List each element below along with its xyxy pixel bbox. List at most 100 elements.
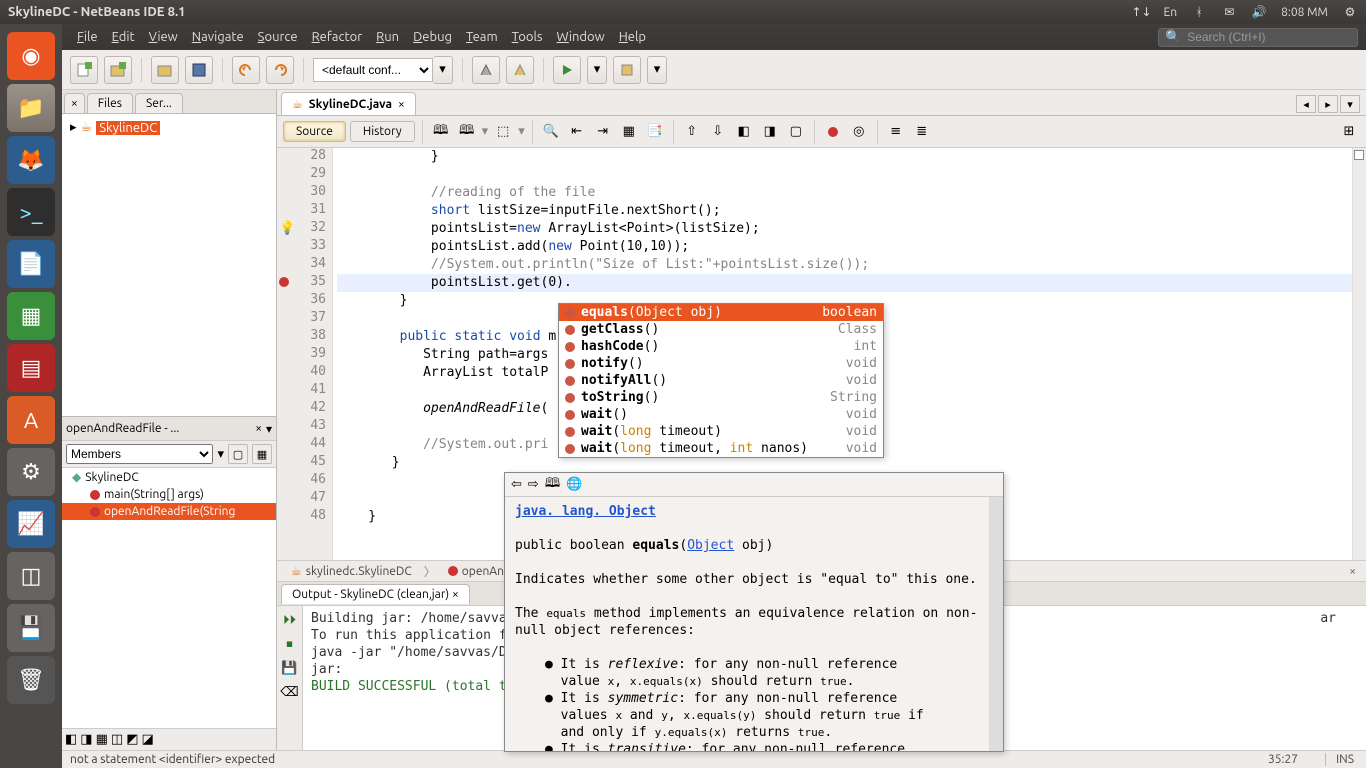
menu-edit[interactable]: Edit	[105, 30, 142, 44]
completion-item[interactable]: equals(Object obj)boolean	[559, 304, 883, 321]
completion-item[interactable]: notify()void	[559, 355, 883, 372]
out-save-icon[interactable]: 💾	[280, 658, 300, 678]
ed-tool-prev[interactable]: ⇧	[681, 121, 703, 143]
javadoc-scrollbar[interactable]	[989, 497, 1003, 751]
trash-icon[interactable]: 🗑	[7, 656, 55, 704]
menu-window[interactable]: Window	[550, 30, 612, 44]
completion-item[interactable]: notifyAll()void	[559, 372, 883, 389]
clock[interactable]: 8:08 MM	[1281, 6, 1328, 19]
messages-icon[interactable]: ✉	[1221, 4, 1237, 20]
menu-file[interactable]: File	[70, 30, 105, 44]
calc-icon[interactable]: ▦	[7, 292, 55, 340]
history-view-button[interactable]: History	[350, 121, 415, 142]
network-icon[interactable]: ↑↓	[1134, 4, 1150, 20]
ed-tool-break[interactable]	[822, 121, 844, 143]
jdoc-ext-icon[interactable]: 🕮	[545, 474, 560, 496]
services-tab[interactable]: Ser...	[135, 93, 183, 113]
close-tab-icon[interactable]: ×	[398, 98, 405, 111]
menu-refactor[interactable]: Refactor	[305, 30, 370, 44]
ed-tool-3[interactable]: ⬚	[492, 121, 514, 143]
menu-source[interactable]: Source	[251, 30, 305, 44]
nav-btn-4[interactable]: ◫	[111, 732, 123, 747]
ed-tool-uncomment[interactable]: ≣	[911, 121, 933, 143]
prev-tab-button[interactable]: ◂	[1296, 95, 1316, 113]
ed-tool-book[interactable]: 📑	[644, 121, 666, 143]
undo-button[interactable]	[232, 56, 260, 84]
run-config-dropdown[interactable]: <default conf... ▾	[313, 56, 453, 84]
editor-tab[interactable]: ☕ SkylineDC.java ×	[281, 92, 416, 115]
jdoc-fwd-icon[interactable]: ⇨	[528, 477, 539, 492]
save-all-button[interactable]	[185, 56, 213, 84]
vbox-icon[interactable]: ◫	[7, 552, 55, 600]
ed-tool-findnext[interactable]: ⇥	[592, 121, 614, 143]
javadoc-class-link[interactable]: java. lang. Object	[515, 504, 656, 519]
redo-button[interactable]	[266, 56, 294, 84]
navigator-close-icon[interactable]: ×	[255, 422, 262, 435]
nav-btn-1[interactable]: ◧	[65, 732, 77, 747]
next-tab-button[interactable]: ▸	[1318, 95, 1338, 113]
projects-tab-close[interactable]: ×	[64, 93, 85, 113]
run-button[interactable]	[553, 56, 581, 84]
power-icon[interactable]: ⚙	[1342, 4, 1358, 20]
open-button[interactable]	[151, 56, 179, 84]
new-file-button[interactable]	[70, 56, 98, 84]
ed-tool-split[interactable]: ⊞	[1338, 121, 1360, 143]
completion-item[interactable]: getClass()Class	[559, 321, 883, 338]
ed-tool-break2[interactable]: ◎	[848, 121, 870, 143]
navigator-min-icon[interactable]: ▾	[266, 422, 272, 436]
source-view-button[interactable]: Source	[283, 121, 346, 142]
debug-button[interactable]	[613, 56, 641, 84]
run-dropdown[interactable]: ▾	[587, 56, 607, 84]
ed-tool-next[interactable]: ⇩	[707, 121, 729, 143]
devices-icon[interactable]: 💾	[7, 604, 55, 652]
jdoc-browser-icon[interactable]: 🌐	[566, 477, 582, 492]
ed-tool-diff3[interactable]: ▢	[785, 121, 807, 143]
completion-item[interactable]: hashCode()int	[559, 338, 883, 355]
writer-icon[interactable]: 📄	[7, 240, 55, 288]
output-tab[interactable]: Output - SkylineDC (clean,jar) ×	[281, 584, 470, 604]
menu-view[interactable]: View	[142, 30, 185, 44]
menu-debug[interactable]: Debug	[406, 30, 459, 44]
monitor-icon[interactable]: 📈	[7, 500, 55, 548]
bluetooth-icon[interactable]: ᚼ	[1191, 4, 1207, 20]
ed-tool-findprev[interactable]: ⇤	[566, 121, 588, 143]
ed-tool-diff2[interactable]: ◨	[759, 121, 781, 143]
nav-filter1-icon[interactable]: ▢	[228, 444, 248, 464]
nav-btn-5[interactable]: ◩	[126, 732, 138, 747]
ed-tool-comment[interactable]: ≡	[885, 121, 907, 143]
ed-tool-diff1[interactable]: ◧	[733, 121, 755, 143]
menu-help[interactable]: Help	[612, 30, 653, 44]
jdoc-type-link[interactable]: Object	[687, 538, 734, 553]
menu-team[interactable]: Team	[459, 30, 505, 44]
nav-btn-3[interactable]: ▦	[96, 732, 108, 747]
breadcrumb-close-icon[interactable]: ×	[1345, 565, 1360, 578]
menu-run[interactable]: Run	[369, 30, 406, 44]
navigator-node[interactable]: ◆ SkylineDC	[62, 468, 276, 486]
software-icon[interactable]: A	[7, 396, 55, 444]
terminal-icon[interactable]: >_	[7, 188, 55, 236]
jdoc-back-icon[interactable]: ⇦	[511, 477, 522, 492]
settings-icon[interactable]: ⚙	[7, 448, 55, 496]
ed-tool-1[interactable]: 🕮	[430, 121, 452, 143]
navigator-node[interactable]: openAndReadFile(String	[62, 503, 276, 520]
ed-tool-2[interactable]: 🕮	[456, 121, 478, 143]
menu-tools[interactable]: Tools	[505, 30, 550, 44]
new-project-button[interactable]	[104, 56, 132, 84]
dash-icon[interactable]: ◉	[7, 32, 55, 80]
debug-dropdown[interactable]: ▾	[647, 56, 667, 84]
files-icon[interactable]: 📁	[7, 84, 55, 132]
keyboard-layout[interactable]: En	[1164, 6, 1178, 19]
error-stripe-top[interactable]	[1354, 150, 1364, 160]
completion-item[interactable]: wait(long timeout, int nanos)void	[559, 440, 883, 457]
files-tab[interactable]: Files	[87, 93, 133, 113]
navigator-node[interactable]: main(String[] args)	[62, 486, 276, 503]
completion-item[interactable]: wait()void	[559, 406, 883, 423]
menu-navigate[interactable]: Navigate	[185, 30, 251, 44]
firefox-icon[interactable]: 🦊	[7, 136, 55, 184]
breadcrumb-class[interactable]: ☕skylinedc.SkylineDC	[283, 562, 420, 580]
nav-btn-2[interactable]: ◨	[80, 732, 92, 747]
close-icon[interactable]: ×	[452, 588, 459, 601]
out-stop-icon[interactable]: ⏹	[280, 634, 300, 654]
members-dropdown[interactable]: Members	[66, 444, 213, 464]
volume-icon[interactable]: 🔊	[1251, 4, 1267, 20]
